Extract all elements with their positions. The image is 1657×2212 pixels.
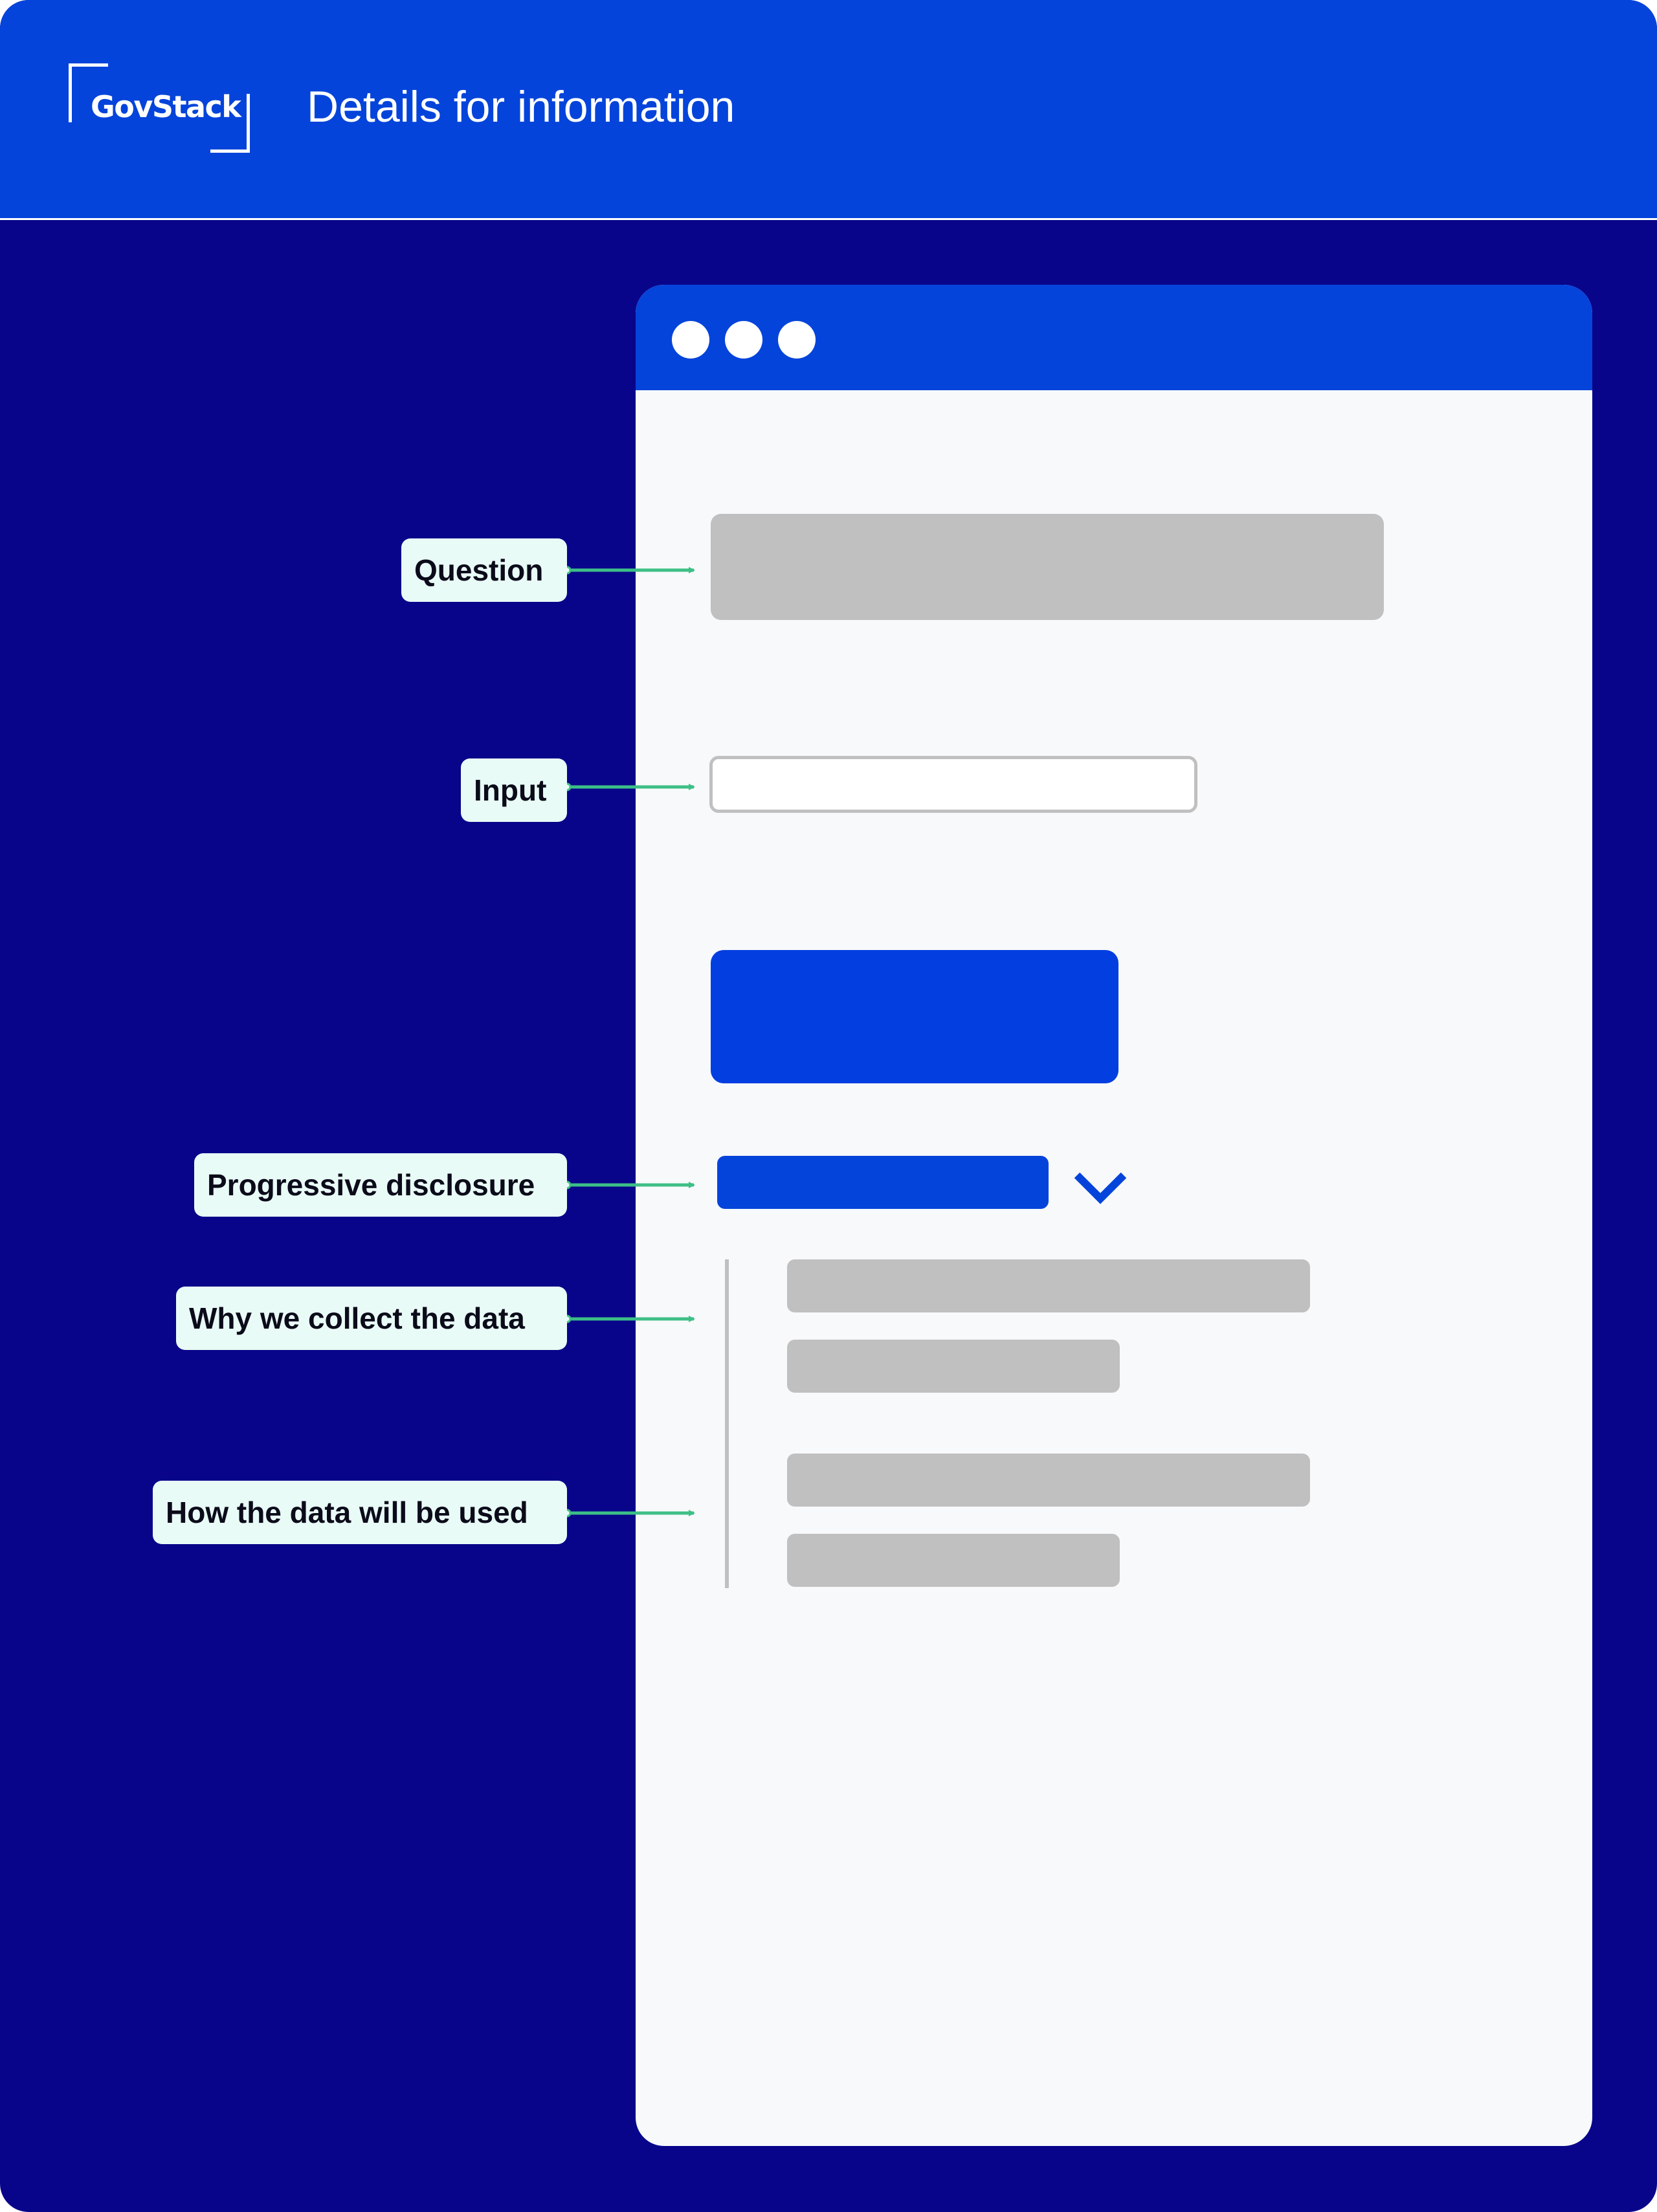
annotation-arrows <box>562 566 695 1518</box>
annotation-label-question: Question <box>401 538 567 602</box>
annotation-label-why: Why we collect the data <box>176 1287 567 1350</box>
annotation-label-how: How the data will be used <box>153 1481 567 1544</box>
annotation-label-input: Input <box>461 758 567 822</box>
annotation-label-progressive-disclosure: Progressive disclosure <box>194 1153 567 1217</box>
diagram-frame: GovStack Details for information Questio… <box>0 0 1657 2212</box>
